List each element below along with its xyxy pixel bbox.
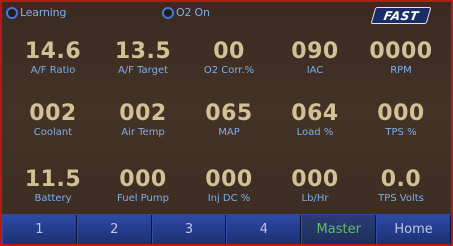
gauge-value: 064 [291, 101, 339, 126]
gauge-tps-volts: 0.0 TPS Volts [356, 168, 446, 218]
gauge-value: 00 [213, 39, 245, 64]
o2-on-indicator-label: O2 On [176, 6, 210, 19]
gauge-label: MAP [218, 127, 240, 138]
gauge-value: 0.0 [380, 167, 422, 192]
gauge-label: TPS % [385, 127, 417, 138]
gauge-iac: 090 IAC [270, 40, 360, 90]
nav-button-3[interactable]: 3 [151, 215, 227, 244]
gauge-battery: 11.5 Battery [8, 168, 98, 218]
nav-button-1[interactable]: 1 [2, 215, 77, 244]
gauge-grid: 14.6 A/F Ratio 13.5 A/F Target 00 O2 Cor… [2, 28, 451, 216]
gauge-load: 064 Load % [270, 102, 360, 152]
nav-button-master[interactable]: Master [301, 215, 377, 244]
status-bar: Learning O2 On FAST [2, 2, 451, 24]
gauge-fuel-pump: 000 Fuel Pump [98, 168, 188, 218]
nav-button-2[interactable]: 2 [76, 215, 152, 244]
gauge-lb-hr: 000 Lb/Hr [270, 168, 360, 218]
gauge-label: RPM [390, 65, 412, 76]
gauge-air-temp: 002 Air Temp [98, 102, 188, 152]
gauge-value: 13.5 [114, 39, 172, 64]
bottom-nav: 1 2 3 4 Master Home [2, 214, 451, 244]
gauge-value: 002 [29, 101, 77, 126]
gauge-label: Coolant [33, 127, 73, 138]
gauge-value: 065 [205, 101, 253, 126]
learning-indicator-label: Learning [20, 6, 67, 19]
learning-indicator: Learning [6, 7, 66, 19]
logo-text: FAST [382, 8, 420, 23]
gauge-label: A/F Target [117, 65, 169, 76]
gauge-label: TPS Volts [378, 193, 424, 204]
fast-logo: FAST [370, 7, 432, 24]
o2-status-icon [162, 7, 174, 19]
gauge-value: 000 [291, 167, 339, 192]
dashboard-screen: Learning O2 On FAST 14.6 A/F Ratio 13.5 … [0, 0, 453, 246]
gauge-af-ratio: 14.6 A/F Ratio [8, 40, 98, 90]
gauge-value: 090 [291, 39, 339, 64]
gauge-af-target: 13.5 A/F Target [98, 40, 188, 90]
learning-status-icon [6, 7, 18, 19]
gauge-inj-dc: 000 Inj DC % [184, 168, 274, 218]
gauge-label: Fuel Pump [117, 193, 169, 204]
gauge-label: Battery [34, 193, 72, 204]
gauge-value: 000 [205, 167, 253, 192]
nav-button-4[interactable]: 4 [226, 215, 302, 244]
gauge-label: Inj DC % [207, 193, 251, 204]
gauge-label: Load % [296, 127, 334, 138]
gauge-value: 002 [119, 101, 167, 126]
gauge-tps: 000 TPS % [356, 102, 446, 152]
gauge-label: O2 Corr.% [203, 65, 255, 76]
gauge-value: 000 [119, 167, 167, 192]
gauge-value: 000 [377, 101, 425, 126]
gauge-o2-corr: 00 O2 Corr.% [184, 40, 274, 90]
gauge-value: 0000 [369, 39, 433, 64]
gauge-map: 065 MAP [184, 102, 274, 152]
gauge-coolant: 002 Coolant [8, 102, 98, 152]
gauge-label: IAC [306, 65, 324, 76]
nav-button-home[interactable]: Home [376, 215, 451, 244]
gauge-value: 11.5 [24, 167, 82, 192]
gauge-rpm: 0000 RPM [356, 40, 446, 90]
o2-on-indicator: O2 On [162, 7, 210, 19]
gauge-value: 14.6 [24, 39, 82, 64]
gauge-label: Lb/Hr [301, 193, 329, 204]
gauge-label: Air Temp [121, 127, 165, 138]
gauge-label: A/F Ratio [30, 65, 76, 76]
